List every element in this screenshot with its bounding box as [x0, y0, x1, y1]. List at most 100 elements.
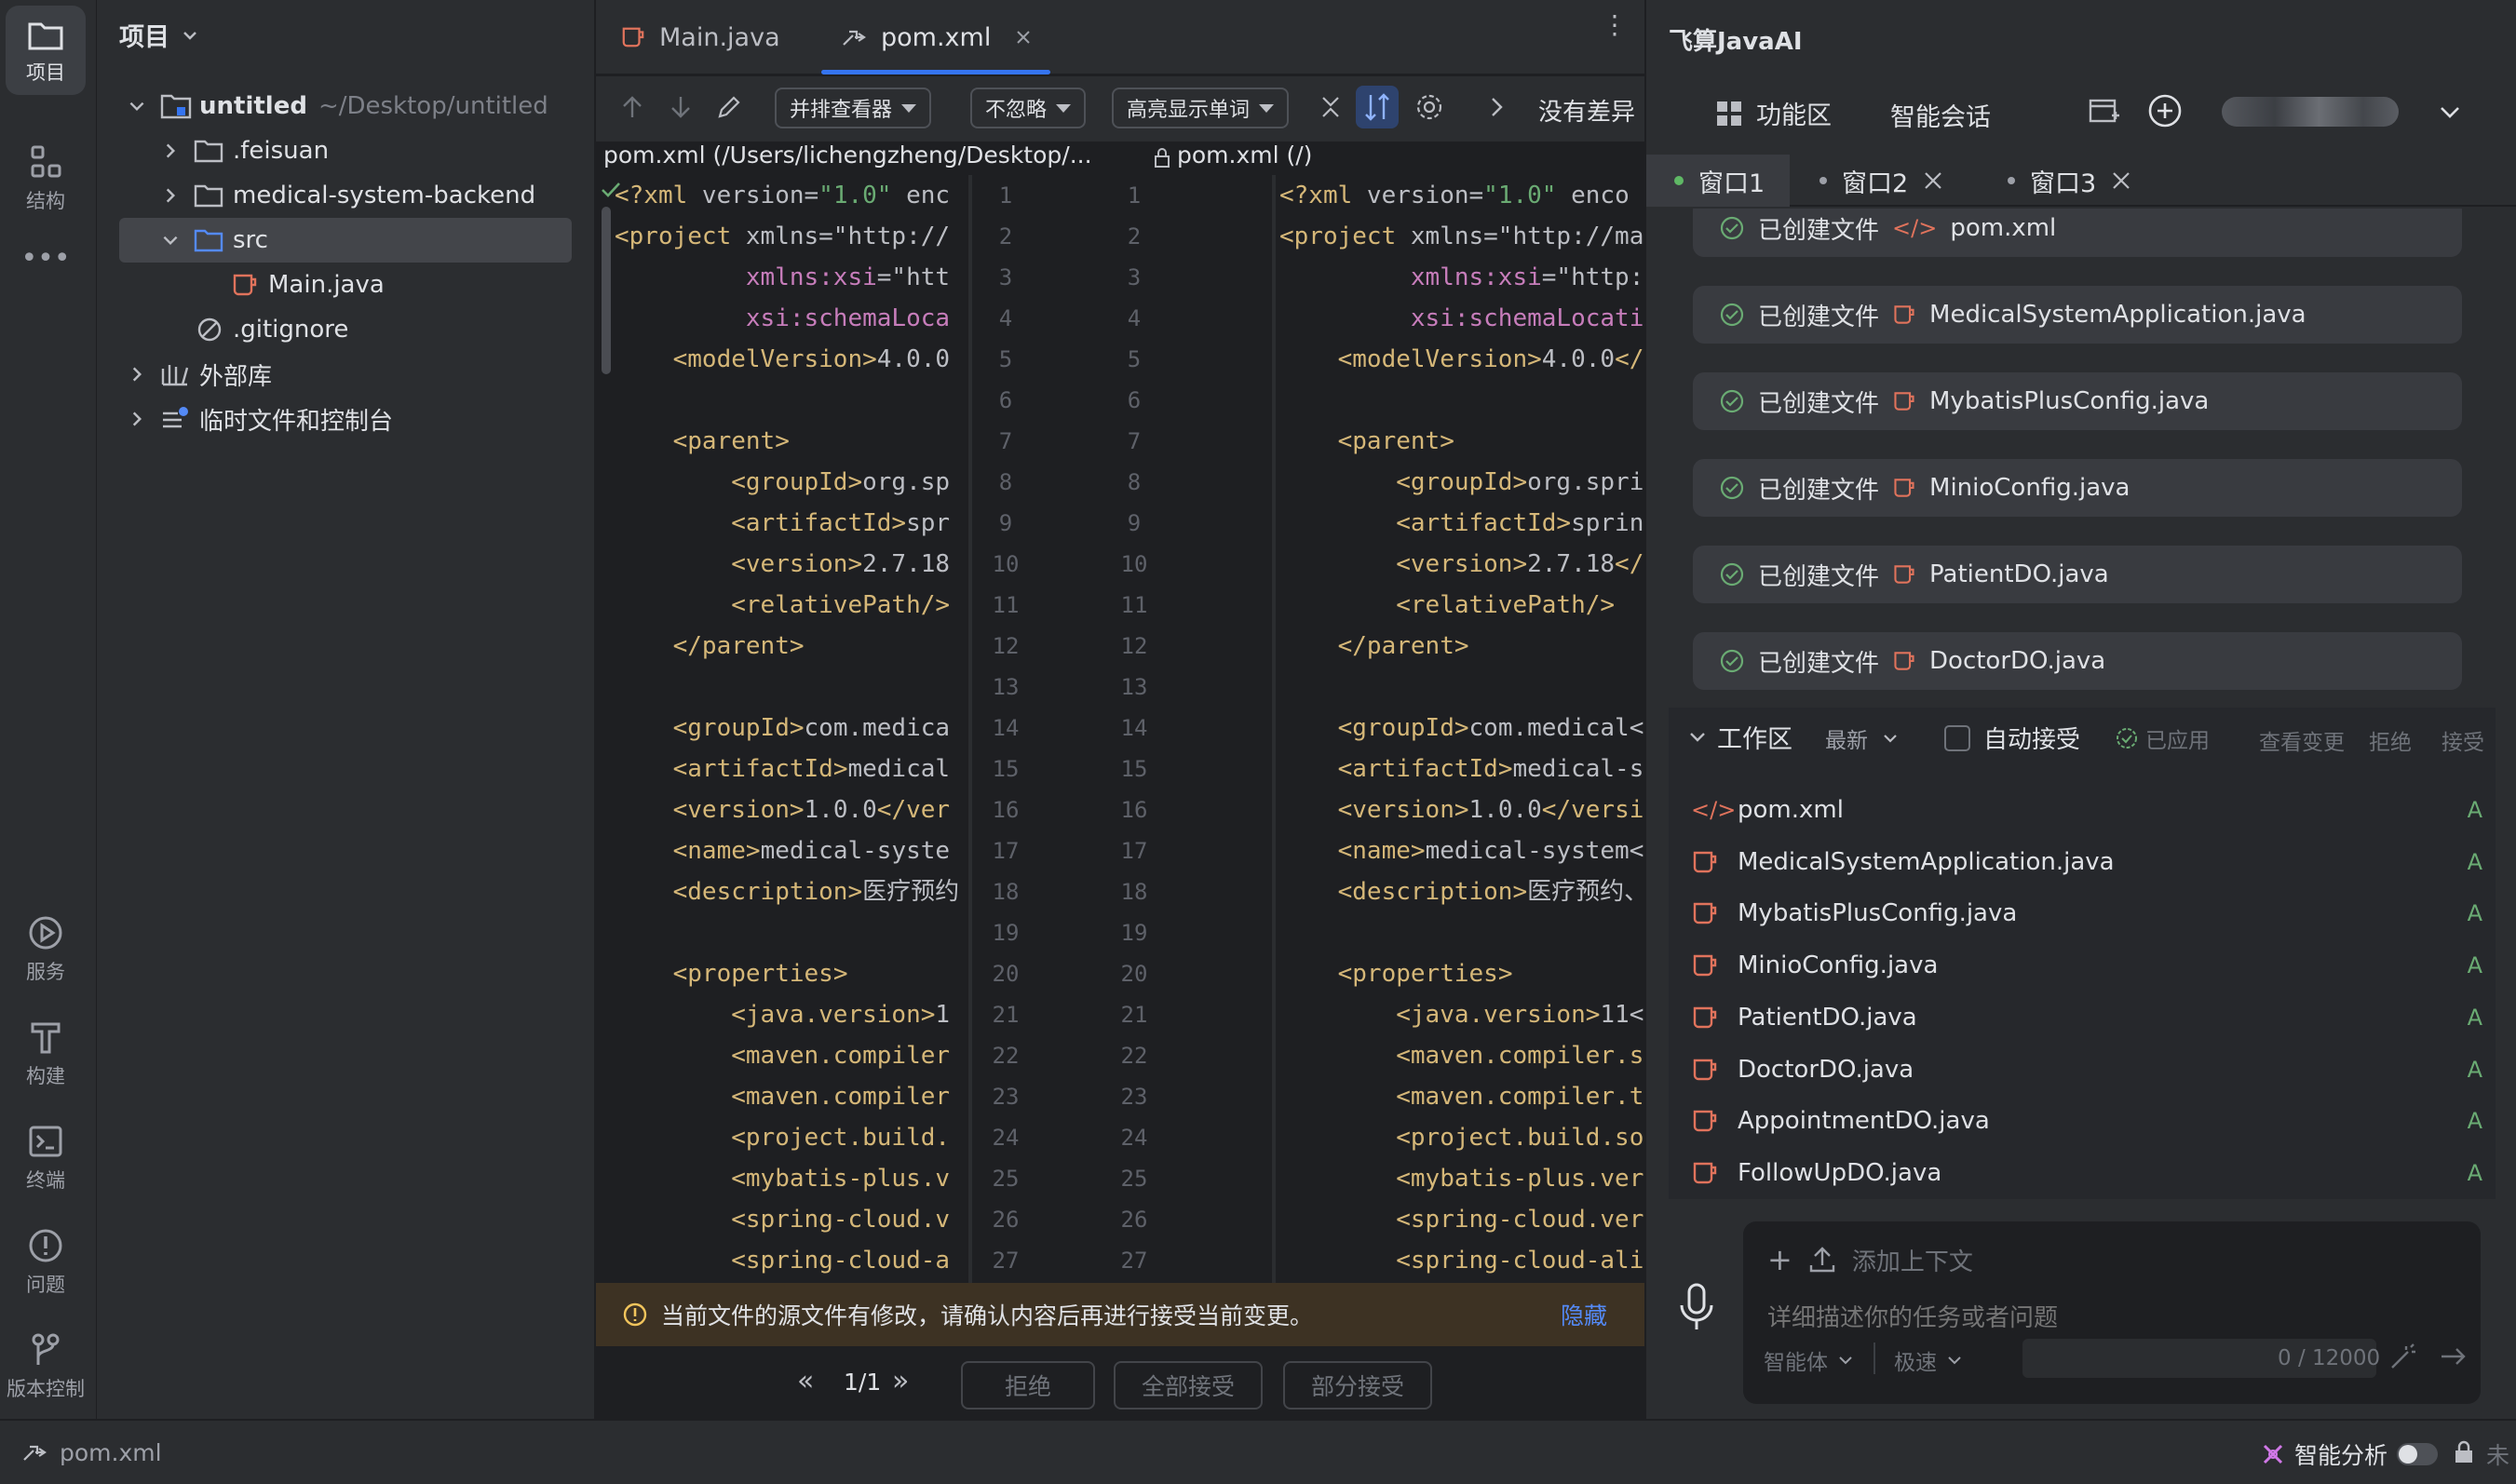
new-window-icon[interactable]: [2088, 95, 2121, 127]
tree-root-untitled[interactable]: untitled ~/Desktop/untitled: [119, 84, 572, 128]
line-number: 27: [1120, 1248, 1148, 1274]
code-line: <name>medical-syste: [672, 837, 951, 865]
toggle-switch[interactable]: [2397, 1443, 2439, 1465]
tab-features[interactable]: 功能区: [1715, 95, 1832, 131]
tree-item-src[interactable]: src: [119, 218, 572, 263]
chevron-down-icon[interactable]: [2438, 102, 2462, 123]
more-vertical-icon[interactable]: ⋮: [1602, 12, 1628, 38]
tab-pom-xml[interactable]: pom.xml: [820, 0, 1051, 74]
add-circle-icon[interactable]: [2147, 93, 2183, 128]
activity-services[interactable]: 服务: [6, 914, 86, 985]
tree-item-medical-system-backend[interactable]: medical-system-backend: [119, 173, 572, 218]
accept-button[interactable]: 接受: [2442, 724, 2484, 756]
auto-accept-checkbox[interactable]: 自动接受: [1944, 721, 2080, 755]
agent-select[interactable]: 智能体: [1764, 1344, 1854, 1376]
created-file-card[interactable]: 已创建文件 MybatisPlusConfig.java: [1693, 372, 2462, 430]
created-label: 已创建文件: [1758, 562, 1880, 591]
tab-main-java[interactable]: Main.java: [620, 0, 780, 74]
window-tab-1[interactable]: 窗口1: [1646, 155, 1790, 207]
smart-analysis-toggle[interactable]: 智能分析: [2261, 1437, 2439, 1471]
add-context-button[interactable]: + 添加上下文: [1767, 1242, 1973, 1277]
workspace-file-row[interactable]: AppointmentDO.java A: [1691, 1095, 2482, 1147]
close-icon[interactable]: [1015, 29, 1032, 46]
accept-partial-button[interactable]: 部分接受: [1283, 1361, 1432, 1410]
created-file-card[interactable]: 已创建文件 PatientDO.java: [1693, 546, 2462, 603]
close-icon[interactable]: [1923, 170, 1943, 191]
window-tab-3[interactable]: 窗口3: [2008, 155, 2131, 207]
code-line: <maven.compiler.sc: [1396, 1042, 1644, 1070]
workspace-file-row[interactable]: MybatisPlusConfig.java A: [1691, 887, 2482, 939]
tree-item-scratches[interactable]: 临时文件和控制台: [119, 397, 572, 441]
terminal-icon: [29, 1126, 62, 1157]
highlight-select[interactable]: 高亮显示单词: [1112, 88, 1290, 128]
hide-link[interactable]: 隐藏: [1561, 1298, 1607, 1331]
grid-icon: [1717, 101, 1741, 126]
microphone-icon[interactable]: [1676, 1281, 1717, 1333]
created-files-list: 已创建文件 </> pom.xml 已创建文件 MedicalSystemApplica…: [1646, 209, 2516, 704]
right-file-path: pom.xml (/): [1177, 142, 1313, 169]
reject-button[interactable]: 拒绝: [2369, 724, 2412, 756]
left-scrollbar[interactable]: [602, 207, 611, 374]
activity-terminal[interactable]: 终端: [6, 1123, 86, 1194]
task-input[interactable]: [1767, 1298, 2438, 1339]
created-file-card[interactable]: 已创建文件 DoctorDO.java: [1693, 632, 2462, 690]
created-file-card[interactable]: 已创建文件 </> pom.xml: [1693, 209, 2462, 257]
activity-problems[interactable]: 问题: [6, 1227, 86, 1298]
module-folder-icon: [160, 94, 192, 119]
edit-icon[interactable]: [715, 93, 743, 121]
services-icon: [29, 916, 62, 950]
status-file[interactable]: pom.xml: [60, 1439, 162, 1466]
gear-icon[interactable]: [1414, 91, 1445, 123]
window-tab-2[interactable]: 窗口2: [1819, 155, 1943, 207]
chevron-right-icon[interactable]: [1486, 95, 1507, 119]
ignore-select[interactable]: 不忽略: [970, 88, 1087, 128]
project-dropdown[interactable]: 项目: [119, 17, 199, 53]
tab-label: pom.xml: [881, 22, 992, 52]
activity-build[interactable]: 构建: [6, 1019, 86, 1089]
created-label: 已创建文件: [1758, 303, 1880, 331]
activity-structure[interactable]: 结构: [6, 143, 86, 214]
diff-code-view[interactable]: <?xml version="1.0" enc <project xmlns="h…: [596, 175, 1644, 1283]
highlight-label: 高亮显示单词: [1127, 99, 1251, 122]
more-icon[interactable]: •••: [6, 242, 86, 275]
line-number: 1: [998, 182, 1013, 209]
activity-project[interactable]: 项目: [6, 6, 86, 95]
tree-item-external-libraries[interactable]: 外部库: [119, 352, 572, 397]
collapse-icon[interactable]: [1317, 93, 1345, 121]
workspace-file-row[interactable]: FollowUpDO.java A: [1691, 1147, 2482, 1199]
workspace-header-toggle[interactable]: 工作区: [1687, 719, 1792, 755]
view-changes-button[interactable]: 查看变更: [2259, 724, 2345, 756]
speed-select[interactable]: 极速: [1894, 1344, 1963, 1376]
reject-button[interactable]: 拒绝: [961, 1361, 1095, 1410]
created-file-name: PatientDO.java: [1929, 560, 2109, 588]
sort-select[interactable]: 最新: [1825, 722, 1900, 754]
magic-wand-icon[interactable]: [2387, 1341, 2419, 1372]
workspace-file-row[interactable]: MinioConfig.java A: [1691, 939, 2482, 992]
workspace-file-row[interactable]: PatientDO.java A: [1691, 992, 2482, 1044]
java-class-icon: [1894, 652, 1914, 670]
prev-page-icon[interactable]: «: [797, 1365, 814, 1397]
avatar[interactable]: [2222, 97, 2399, 127]
lock-icon[interactable]: [2453, 1439, 2475, 1465]
java-class-icon: [1693, 903, 1717, 924]
tree-item-feisuan[interactable]: .feisuan: [119, 128, 572, 173]
workspace-file-row[interactable]: </> pom.xml A: [1691, 784, 2482, 836]
tree-item-gitignore[interactable]: .gitignore: [119, 307, 572, 352]
created-file-card[interactable]: 已创建文件 MinioConfig.java: [1693, 459, 2462, 517]
workspace-file-row[interactable]: DoctorDO.java A: [1691, 1044, 2482, 1096]
workspace-file-row[interactable]: MedicalSystemApplication.java A: [1691, 836, 2482, 888]
arrow-up-icon[interactable]: [618, 93, 646, 121]
workspace-file-name: FollowUpDO.java: [1738, 1158, 1942, 1187]
viewer-select[interactable]: 并排查看器: [775, 88, 932, 128]
accept-all-button[interactable]: 全部接受: [1114, 1361, 1263, 1410]
activity-vcs[interactable]: 版本控制: [6, 1331, 86, 1402]
send-arrow-icon[interactable]: [2440, 1344, 2468, 1369]
close-icon[interactable]: [2111, 170, 2131, 191]
sync-scroll-toggle[interactable]: [1356, 86, 1399, 128]
tab-chat[interactable]: 智能会话: [1890, 97, 1991, 133]
next-page-icon[interactable]: »: [892, 1365, 909, 1397]
line-number: 15: [1120, 756, 1148, 782]
created-file-card[interactable]: 已创建文件 MedicalSystemApplication.java: [1693, 286, 2462, 344]
arrow-down-icon[interactable]: [667, 93, 695, 121]
tree-item-main-java[interactable]: Main.java: [119, 263, 572, 307]
